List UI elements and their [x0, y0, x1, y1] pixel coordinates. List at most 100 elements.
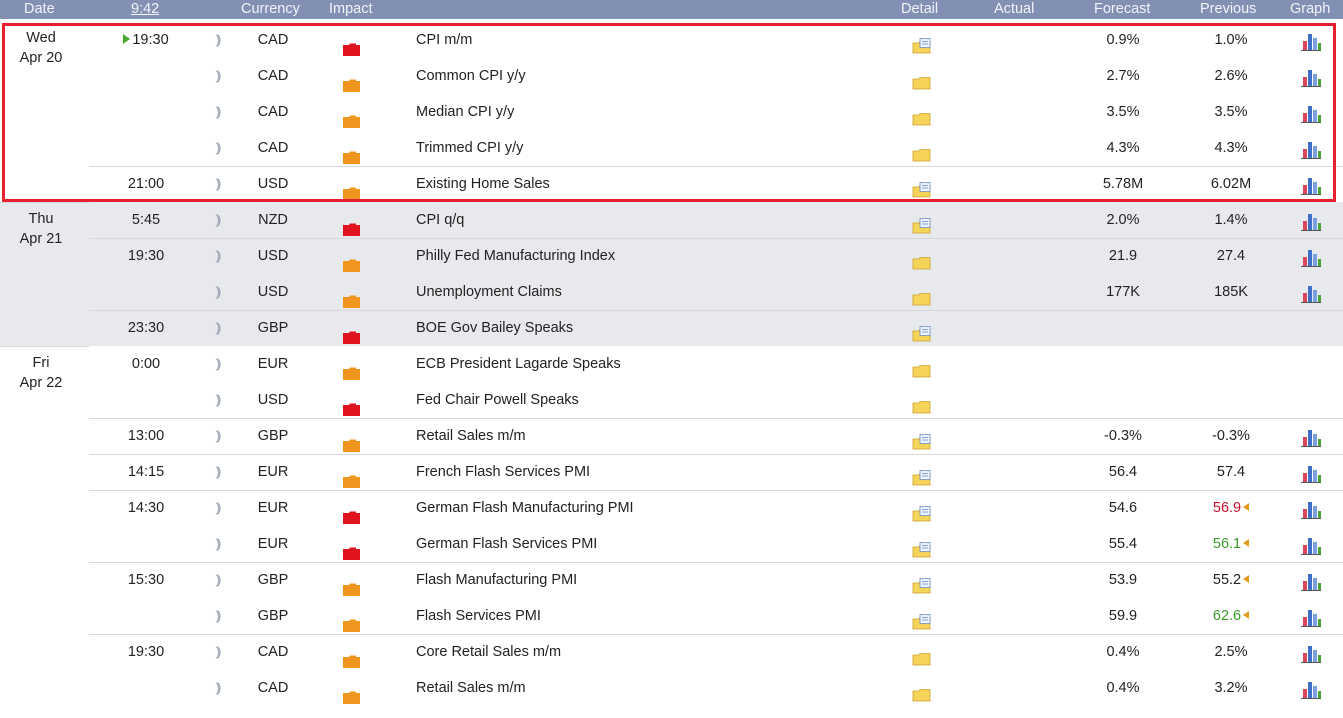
graph-button[interactable]	[1300, 66, 1322, 88]
sound-icon[interactable]: ))	[210, 490, 224, 526]
detail-folder-icon[interactable]	[912, 434, 932, 450]
impact-folder-icon[interactable]	[343, 106, 360, 128]
detail-button[interactable]	[912, 572, 932, 594]
sound-icon[interactable]: ))	[210, 346, 224, 382]
graph-icon[interactable]	[1300, 428, 1322, 448]
detail-folder-icon[interactable]	[912, 614, 932, 630]
graph-button[interactable]	[1300, 462, 1322, 484]
impact-folder-icon[interactable]	[343, 286, 360, 308]
detail-button[interactable]	[912, 68, 932, 90]
detail-folder-icon[interactable]	[912, 506, 932, 522]
graph-button[interactable]	[1300, 30, 1322, 52]
graph-button[interactable]	[1300, 570, 1322, 592]
graph-icon[interactable]	[1300, 212, 1322, 232]
impact-folder-icon[interactable]	[343, 178, 360, 200]
sound-icon[interactable]: ))	[210, 58, 224, 94]
detail-button[interactable]	[912, 500, 932, 522]
event-title[interactable]: Unemployment Claims	[416, 274, 562, 310]
detail-button[interactable]	[912, 464, 932, 486]
event-title[interactable]: Flash Manufacturing PMI	[416, 562, 577, 598]
impact-folder-icon[interactable]	[343, 70, 360, 92]
detail-button[interactable]	[912, 392, 932, 414]
detail-button[interactable]	[912, 32, 932, 54]
detail-folder-icon[interactable]	[912, 218, 932, 234]
header-time-link[interactable]: 9:42	[131, 0, 159, 19]
graph-icon[interactable]	[1300, 248, 1322, 268]
event-title[interactable]: Existing Home Sales	[416, 166, 550, 202]
impact-folder-icon[interactable]	[343, 538, 360, 560]
sound-icon[interactable]: ))	[210, 22, 224, 58]
detail-folder-icon[interactable]	[912, 110, 932, 126]
detail-button[interactable]	[912, 644, 932, 666]
graph-button[interactable]	[1300, 246, 1322, 268]
impact-folder-icon[interactable]	[343, 322, 360, 344]
graph-button[interactable]	[1300, 102, 1322, 123]
sound-icon[interactable]: ))	[210, 670, 224, 706]
event-title[interactable]: Core Retail Sales m/m	[416, 634, 561, 670]
graph-button[interactable]	[1300, 534, 1322, 556]
graph-icon[interactable]	[1300, 536, 1322, 556]
detail-button[interactable]	[912, 356, 932, 378]
graph-icon[interactable]	[1300, 32, 1322, 52]
detail-button[interactable]	[912, 248, 932, 270]
sound-icon[interactable]: ))	[210, 310, 224, 346]
graph-button[interactable]	[1300, 138, 1322, 160]
event-title[interactable]: Retail Sales m/m	[416, 418, 526, 454]
detail-button[interactable]	[912, 680, 932, 702]
detail-button[interactable]	[912, 212, 932, 234]
event-title[interactable]: ECB President Lagarde Speaks	[416, 346, 621, 382]
graph-icon[interactable]	[1300, 140, 1322, 160]
detail-folder-icon[interactable]	[912, 398, 932, 414]
impact-folder-icon[interactable]	[343, 34, 360, 56]
detail-folder-icon[interactable]	[912, 326, 932, 342]
detail-folder-icon[interactable]	[912, 182, 932, 198]
impact-folder-icon[interactable]	[343, 142, 360, 164]
impact-folder-icon[interactable]	[343, 646, 360, 668]
graph-icon[interactable]	[1300, 644, 1322, 664]
event-title[interactable]: Flash Services PMI	[416, 598, 541, 634]
detail-folder-icon[interactable]	[912, 578, 932, 594]
impact-folder-icon[interactable]	[343, 394, 360, 416]
graph-button[interactable]	[1300, 426, 1322, 448]
impact-folder-icon[interactable]	[343, 214, 360, 236]
graph-button[interactable]	[1300, 174, 1322, 195]
detail-folder-icon[interactable]	[912, 146, 932, 162]
impact-folder-icon[interactable]	[343, 358, 360, 380]
graph-icon[interactable]	[1300, 680, 1322, 700]
impact-folder-icon[interactable]	[343, 430, 360, 452]
detail-folder-icon[interactable]	[912, 686, 932, 702]
event-title[interactable]: Median CPI y/y	[416, 94, 514, 130]
event-title[interactable]: Trimmed CPI y/y	[416, 130, 523, 166]
sound-icon[interactable]: ))	[210, 454, 224, 490]
sound-icon[interactable]: ))	[210, 634, 224, 670]
graph-icon[interactable]	[1300, 572, 1322, 592]
sound-icon[interactable]: ))	[210, 562, 224, 598]
sound-icon[interactable]: ))	[210, 598, 224, 634]
impact-folder-icon[interactable]	[343, 502, 360, 524]
sound-icon[interactable]: ))	[210, 274, 224, 310]
sound-icon[interactable]: ))	[210, 238, 224, 274]
sound-icon[interactable]: ))	[210, 166, 224, 202]
event-title[interactable]: German Flash Services PMI	[416, 526, 597, 562]
detail-folder-icon[interactable]	[912, 542, 932, 558]
detail-button[interactable]	[912, 428, 932, 450]
sound-icon[interactable]: ))	[210, 418, 224, 454]
event-title[interactable]: Common CPI y/y	[416, 58, 526, 94]
detail-folder-icon[interactable]	[912, 254, 932, 270]
impact-folder-icon[interactable]	[343, 250, 360, 272]
graph-button[interactable]	[1300, 282, 1322, 304]
graph-icon[interactable]	[1300, 284, 1322, 304]
event-title[interactable]: CPI m/m	[416, 22, 472, 58]
detail-folder-icon[interactable]	[912, 290, 932, 306]
event-title[interactable]: Fed Chair Powell Speaks	[416, 382, 579, 418]
graph-icon[interactable]	[1300, 464, 1322, 484]
event-title[interactable]: Philly Fed Manufacturing Index	[416, 238, 615, 274]
event-title[interactable]: Retail Sales m/m	[416, 670, 526, 706]
graph-icon[interactable]	[1300, 608, 1322, 628]
detail-button[interactable]	[912, 104, 932, 126]
detail-folder-icon[interactable]	[912, 74, 932, 90]
graph-icon[interactable]	[1300, 68, 1322, 88]
event-title[interactable]: BOE Gov Bailey Speaks	[416, 310, 573, 346]
detail-button[interactable]	[912, 140, 932, 162]
impact-folder-icon[interactable]	[343, 574, 360, 596]
